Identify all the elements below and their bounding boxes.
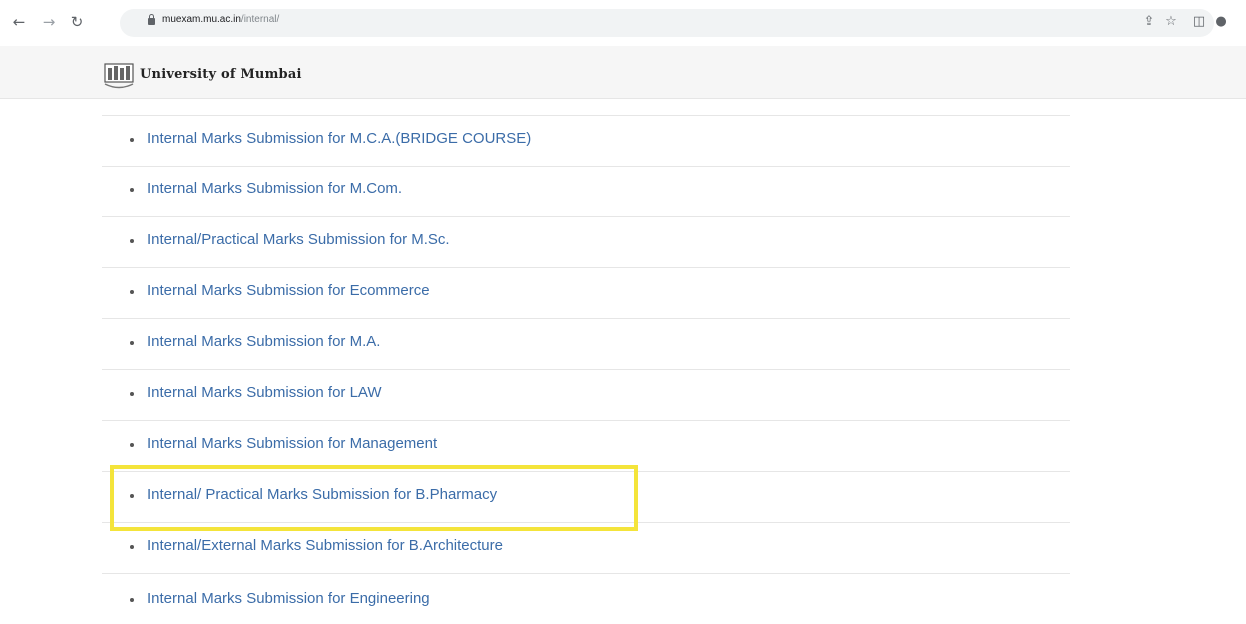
url-path: /internal/ (240, 14, 280, 25)
link-mca-bridge[interactable]: Internal Marks Submission for M.C.A.(BRI… (147, 130, 531, 147)
forward-arrow-icon[interactable]: → (38, 11, 60, 33)
site-header: University of Mumbai (0, 46, 1246, 99)
bullet (130, 545, 134, 549)
url-text[interactable]: muexam.mu.ac.in/internal/ (162, 14, 279, 25)
share-icon[interactable]: ⇪ (1140, 13, 1158, 31)
link-msc[interactable]: Internal/Practical Marks Submission for … (147, 231, 450, 248)
site-title[interactable]: University of Mumbai (140, 67, 302, 82)
sidebar-icon[interactable]: ◫ (1190, 13, 1208, 31)
link-mcom[interactable]: Internal Marks Submission for M.Com. (147, 180, 402, 197)
link-ma[interactable]: Internal Marks Submission for M.A. (147, 333, 380, 350)
star-icon[interactable]: ☆ (1162, 13, 1180, 31)
link-engineering[interactable]: Internal Marks Submission for Engineerin… (147, 590, 430, 607)
list-item: Internal Marks Submission for Engineerin… (102, 574, 1070, 624)
bullet (130, 138, 134, 142)
list-item: Internal Marks Submission for M.Com. (102, 166, 1070, 217)
bullet (130, 290, 134, 294)
list-item: Internal Marks Submission for LAW (102, 370, 1070, 421)
link-law[interactable]: Internal Marks Submission for LAW (147, 384, 382, 401)
bullet (130, 341, 134, 345)
highlight-box (110, 465, 638, 531)
reload-icon[interactable]: ↻ (66, 11, 88, 33)
profile-icon[interactable]: ● (1212, 13, 1230, 31)
list-item: Internal/Practical Marks Submission for … (102, 217, 1070, 268)
link-barchitecture[interactable]: Internal/External Marks Submission for B… (147, 537, 503, 554)
university-logo-icon[interactable] (102, 60, 136, 90)
list-item: Internal Marks Submission for Ecommerce (102, 268, 1070, 319)
bullet (130, 598, 134, 602)
link-ecommerce[interactable]: Internal Marks Submission for Ecommerce (147, 282, 430, 299)
bullet (130, 392, 134, 396)
link-management[interactable]: Internal Marks Submission for Management (147, 435, 437, 452)
lock-icon[interactable] (148, 14, 155, 25)
back-arrow-icon[interactable]: ← (8, 11, 30, 33)
bullet (130, 239, 134, 243)
url-host: muexam.mu.ac.in (162, 14, 241, 25)
address-bar[interactable] (120, 9, 1214, 37)
list-item: Internal Marks Submission for M.C.A.(BRI… (102, 115, 1070, 167)
browser-toolbar: ← → ↻ muexam.mu.ac.in/internal/ ⇪ ☆ ◫ ● (0, 0, 1246, 46)
bullet (130, 188, 134, 192)
bullet (130, 443, 134, 447)
list-item: Internal Marks Submission for M.A. (102, 319, 1070, 370)
